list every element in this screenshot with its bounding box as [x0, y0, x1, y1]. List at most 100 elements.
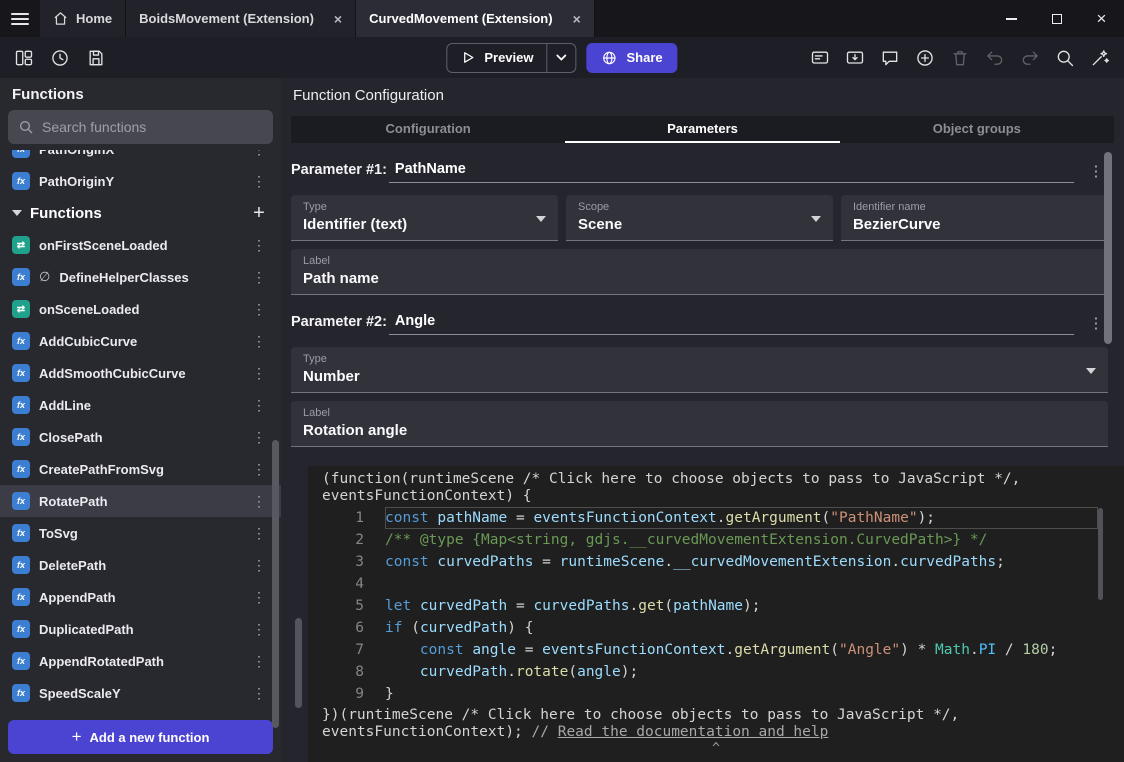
search-icon[interactable] — [1051, 44, 1079, 72]
history-icon[interactable] — [46, 44, 74, 72]
function-fx-icon: fx — [12, 428, 30, 446]
form-field[interactable]: Type Identifier (text) — [291, 195, 558, 241]
trash-icon[interactable] — [946, 44, 974, 72]
preview-button[interactable]: Preview — [446, 43, 576, 73]
item-menu-icon[interactable]: ⋮ — [249, 237, 269, 254]
editor-left-scrollbar-thumb[interactable] — [295, 618, 302, 708]
function-list-item[interactable]: fx ToSvg ⋮ — [0, 517, 281, 549]
item-menu-icon[interactable]: ⋮ — [249, 429, 269, 446]
add-circle-icon[interactable] — [911, 44, 939, 72]
item-menu-icon[interactable]: ⋮ — [249, 461, 269, 478]
code-token: const — [385, 554, 429, 570]
function-list-item[interactable]: ⇄ onSceneLoaded ⋮ — [0, 293, 281, 325]
maximize-button[interactable] — [1034, 0, 1079, 37]
item-menu-icon[interactable]: ⋮ — [249, 333, 269, 350]
field-value: Identifier (text) — [303, 216, 546, 233]
tab-boidsmovement[interactable]: BoidsMovement (Extension) × — [126, 0, 356, 37]
code-line[interactable]: 9 } — [308, 683, 1124, 705]
redo-icon[interactable] — [1016, 44, 1044, 72]
tab-curvedmovement[interactable]: CurvedMovement (Extension) × — [356, 0, 595, 37]
hamburger-menu-icon[interactable] — [0, 0, 40, 37]
titlebar: Home BoidsMovement (Extension) × CurvedM… — [0, 0, 1124, 37]
function-list-item[interactable]: fx CreatePathFromSvg ⋮ — [0, 453, 281, 485]
function-list-item[interactable]: ⇄ onFirstSceneLoaded ⋮ — [0, 229, 281, 261]
item-menu-icon[interactable]: ⋮ — [249, 173, 269, 190]
function-list-item[interactable]: fx ClosePath ⋮ — [0, 421, 281, 453]
theme-wand-icon[interactable] — [1086, 44, 1114, 72]
function-list-item[interactable]: fx DeletePath ⋮ — [0, 549, 281, 581]
form-field[interactable]: Label Path name — [291, 249, 1108, 295]
close-tab-icon[interactable]: × — [573, 12, 581, 26]
search-input[interactable] — [42, 119, 263, 135]
parameter-name-input[interactable] — [389, 161, 1074, 183]
editor-scrollbar-thumb[interactable] — [1098, 508, 1103, 600]
fold-up-indicator[interactable]: ^ — [308, 741, 1124, 756]
item-menu-icon[interactable]: ⋮ — [249, 301, 269, 318]
item-menu-icon[interactable]: ⋮ — [249, 365, 269, 382]
collapse-arrow-icon[interactable] — [12, 210, 22, 216]
preview-label: Preview — [484, 50, 533, 65]
item-menu-icon[interactable]: ⋮ — [249, 269, 269, 286]
item-menu-icon[interactable]: ⋮ — [249, 493, 269, 510]
function-list-item[interactable]: fx DuplicatedPath ⋮ — [0, 613, 281, 645]
close-tab-icon[interactable]: × — [334, 12, 342, 26]
item-menu-icon[interactable]: ⋮ — [249, 685, 269, 702]
function-list-item[interactable]: fx PathOriginY ⋮ — [0, 165, 281, 197]
item-menu-icon[interactable]: ⋮ — [249, 589, 269, 606]
item-menu-icon[interactable]: ⋮ — [249, 557, 269, 574]
minimize-button[interactable] — [989, 0, 1034, 37]
code-line[interactable]: 3 const curvedPaths = runtimeScene.__cur… — [308, 551, 1124, 573]
code-line[interactable]: 6 if (curvedPath) { — [308, 617, 1124, 639]
parameter-name-input[interactable] — [389, 313, 1074, 335]
function-list-item[interactable]: fx ∅ DefineHelperClasses ⋮ — [0, 261, 281, 293]
tab-home[interactable]: Home — [40, 0, 126, 37]
preview-dropdown-icon[interactable] — [548, 44, 576, 72]
code-token: rotate — [516, 664, 568, 680]
function-list-item[interactable]: fx AddLine ⋮ — [0, 389, 281, 421]
code-token: ( — [830, 642, 839, 658]
code-line[interactable]: 8 curvedPath.rotate(angle); — [308, 661, 1124, 683]
debugger-icon[interactable] — [806, 44, 834, 72]
code-line[interactable]: 5 let curvedPath = curvedPaths.get(pathN… — [308, 595, 1124, 617]
form-field[interactable]: Identifier name BezierCurve — [841, 195, 1108, 241]
code-line[interactable]: 1 const pathName = eventsFunctionContext… — [308, 507, 1124, 529]
tab-parameters[interactable]: Parameters — [565, 116, 839, 143]
code-line[interactable]: 4 — [308, 573, 1124, 595]
add-function-icon[interactable]: + — [249, 202, 269, 225]
item-menu-icon[interactable]: ⋮ — [249, 525, 269, 542]
line-number: 1 — [308, 507, 385, 529]
feedback-icon[interactable] — [876, 44, 904, 72]
form-field[interactable]: Label Rotation angle — [291, 401, 1108, 447]
save-icon[interactable] — [82, 44, 110, 72]
function-list-item[interactable]: fx AddSmoothCubicCurve ⋮ — [0, 357, 281, 389]
functions-section-header[interactable]: Functions + — [0, 197, 281, 229]
share-button[interactable]: Share — [587, 43, 678, 73]
form-field[interactable]: Type Number — [291, 347, 1108, 393]
item-menu-icon[interactable]: ⋮ — [249, 150, 269, 158]
function-list-item[interactable]: fx AppendRotatedPath ⋮ — [0, 645, 281, 677]
project-manager-icon[interactable] — [10, 44, 38, 72]
line-number: 9 — [308, 683, 385, 705]
function-list-item[interactable]: fx AddCubicCurve ⋮ — [0, 325, 281, 357]
undo-icon[interactable] — [981, 44, 1009, 72]
function-list-item[interactable]: fx RotatePath ⋮ — [0, 485, 281, 517]
panel-scrollbar-thumb[interactable] — [1104, 152, 1112, 344]
sidebar-scrollbar-thumb[interactable] — [272, 440, 279, 728]
item-menu-icon[interactable]: ⋮ — [249, 653, 269, 670]
tab-object-groups[interactable]: Object groups — [840, 116, 1114, 143]
function-list-item[interactable]: fx AppendPath ⋮ — [0, 581, 281, 613]
function-list-item[interactable]: fx PathOriginX ⋮ — [0, 150, 281, 165]
code-line[interactable]: 2 /** @type {Map<string, gdjs.__curvedMo… — [308, 529, 1124, 551]
item-menu-icon[interactable]: ⋮ — [249, 397, 269, 414]
javascript-code-editor[interactable]: (function(runtimeScene /* Click here to … — [308, 466, 1124, 762]
form-field[interactable]: Scope Scene — [566, 195, 833, 241]
code-line[interactable]: 7 const angle = eventsFunctionContext.ge… — [308, 639, 1124, 661]
close-window-button[interactable]: × — [1079, 0, 1124, 37]
field-caption: Label — [303, 407, 1096, 419]
add-new-function-button[interactable]: + Add a new function — [8, 720, 273, 754]
export-icon[interactable] — [841, 44, 869, 72]
item-menu-icon[interactable]: ⋮ — [249, 621, 269, 638]
function-list-item[interactable]: fx SpeedScaleY ⋮ — [0, 677, 281, 709]
code-token — [385, 642, 420, 658]
tab-configuration[interactable]: Configuration — [291, 116, 565, 143]
